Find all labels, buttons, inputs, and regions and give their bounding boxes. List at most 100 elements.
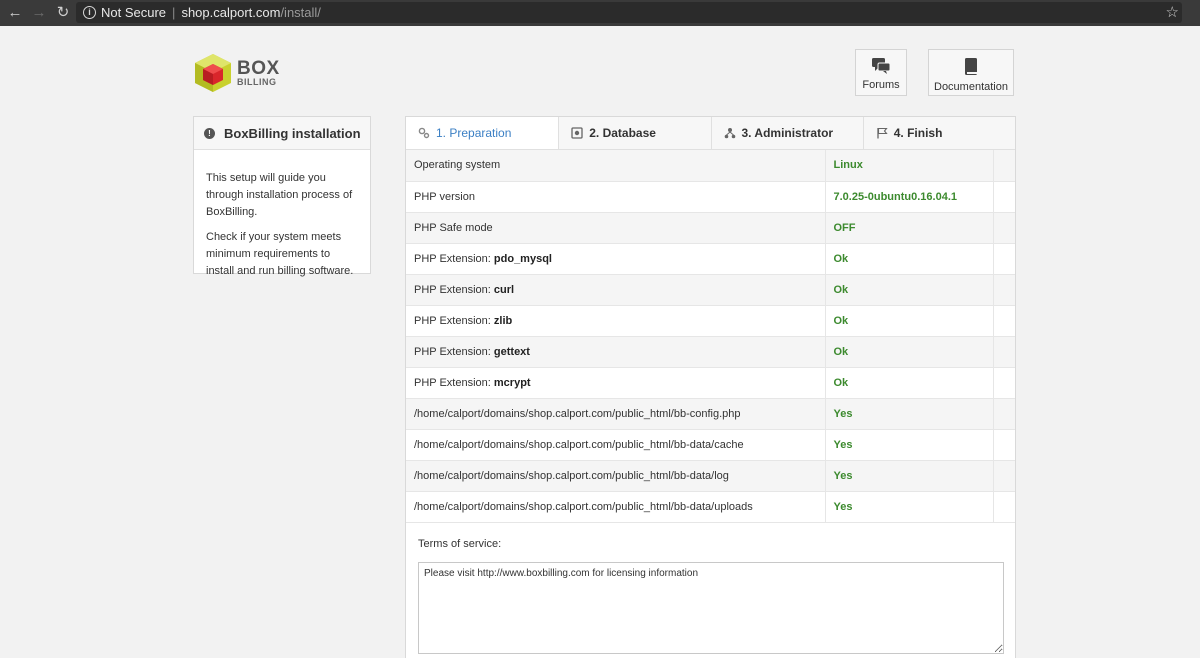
requirement-label: PHP Extension:	[414, 283, 494, 296]
tab-preparation[interactable]: 1. Preparation	[406, 117, 559, 149]
info-icon[interactable]: i	[83, 6, 96, 19]
requirement-name: PHP version	[406, 181, 826, 213]
requirement-label: PHP Safe mode	[414, 221, 493, 234]
book-icon	[965, 58, 977, 75]
separator: |	[172, 5, 176, 20]
installation-info-panel: ! BoxBilling installation This setup wil…	[193, 116, 371, 277]
requirement-label: /home/calport/domains/shop.calport.com/p…	[414, 438, 744, 451]
requirement-name: /home/calport/domains/shop.calport.com/p…	[406, 398, 826, 430]
tab-label: 3. Administrator	[741, 126, 834, 140]
table-row: PHP Extension: zlib Ok	[406, 305, 1015, 337]
requirement-name: PHP Extension: zlib	[406, 305, 826, 337]
tab-finish[interactable]: 4. Finish	[862, 117, 1015, 149]
requirement-name: PHP Extension: pdo_mysql	[406, 243, 826, 275]
database-icon	[571, 127, 583, 139]
table-row: /home/calport/domains/shop.calport.com/p…	[406, 398, 1015, 430]
chat-bubbles-icon	[872, 58, 891, 74]
panel-header: ! BoxBilling installation	[194, 117, 370, 150]
row-spacer	[993, 181, 1015, 213]
boxbilling-logo[interactable]: BOX BILLING	[193, 52, 280, 94]
table-row: PHP Extension: curl Ok	[406, 274, 1015, 306]
intro-text: This setup will guide you through instal…	[206, 172, 353, 218]
url-host: shop.calport.com	[181, 5, 281, 20]
requirement-status: Ok	[825, 336, 994, 368]
row-spacer	[993, 243, 1015, 275]
requirement-name: PHP Extension: gettext	[406, 336, 826, 368]
requirement-name: /home/calport/domains/shop.calport.com/p…	[406, 429, 826, 461]
terms-of-service-textarea[interactable]: Please visit http://www.boxbilling.com f…	[418, 562, 1004, 654]
address-bar[interactable]: i Not Secure | shop.calport.com/install/…	[76, 2, 1182, 23]
row-spacer	[993, 212, 1015, 244]
step-tabs: 1. Preparation 2. Database 3. Administra…	[406, 117, 1015, 150]
requirement-name: PHP Extension: mcrypt	[406, 367, 826, 399]
forums-button[interactable]: Forums	[855, 49, 907, 96]
tab-label: 2. Database	[589, 126, 656, 140]
security-label: Not Secure	[101, 5, 167, 20]
requirement-status: Ok	[825, 243, 994, 275]
requirement-name: /home/calport/domains/shop.calport.com/p…	[406, 460, 826, 492]
requirement-name: PHP Safe mode	[406, 212, 826, 244]
users-icon	[724, 128, 735, 139]
requirement-extension-name: pdo_mysql	[493, 252, 552, 265]
requirements-text: Check if your system meets minimum requi…	[206, 231, 354, 277]
requirement-extension-name: mcrypt	[493, 376, 531, 389]
row-spacer	[993, 491, 1015, 523]
reload-icon[interactable]: ↻	[51, 0, 75, 26]
table-row: PHP Extension: mcrypt Ok	[406, 367, 1015, 399]
requirement-name: Operating system	[406, 150, 826, 182]
forums-label: Forums	[862, 79, 900, 91]
requirement-label: /home/calport/domains/shop.calport.com/p…	[414, 407, 741, 420]
requirement-label: PHP version	[414, 190, 475, 203]
requirement-status: Ok	[825, 367, 994, 399]
requirement-status: OFF	[825, 212, 994, 244]
panel-title: BoxBilling installation	[224, 125, 361, 141]
requirement-status: Yes	[825, 491, 994, 523]
requirement-status: Yes	[825, 460, 994, 492]
forward-arrow-icon[interactable]: →	[27, 0, 51, 26]
back-arrow-icon[interactable]: ←	[3, 0, 27, 26]
documentation-button[interactable]: Documentation	[928, 49, 1014, 96]
requirement-label: PHP Extension:	[414, 252, 494, 265]
requirement-status: Yes	[825, 429, 994, 461]
url-path: /install/	[280, 5, 321, 20]
row-spacer	[993, 460, 1015, 492]
table-row: /home/calport/domains/shop.calport.com/p…	[406, 460, 1015, 492]
tab-administrator[interactable]: 3. Administrator	[710, 117, 863, 149]
requirement-label: PHP Extension:	[414, 376, 494, 389]
exclamation-icon: !	[204, 127, 215, 139]
tab-label: 4. Finish	[893, 126, 943, 140]
tab-database[interactable]: 2. Database	[558, 117, 711, 149]
requirement-extension-name: curl	[493, 283, 515, 296]
row-spacer	[993, 429, 1015, 461]
requirement-extension-name: zlib	[493, 314, 513, 327]
logo-text-billing: BILLING	[237, 77, 277, 87]
row-spacer	[993, 274, 1015, 306]
requirements-table: Operating system Linux PHP version 7.0.25-0…	[406, 150, 1015, 523]
row-spacer	[993, 150, 1015, 182]
logo-text-box: BOX	[237, 58, 280, 79]
table-row: Operating system Linux	[406, 150, 1015, 182]
requirement-label: /home/calport/domains/shop.calport.com/p…	[414, 500, 753, 513]
table-row: PHP version 7.0.25-0ubuntu0.16.04.1	[406, 181, 1015, 213]
row-spacer	[993, 398, 1015, 430]
requirement-status: 7.0.25-0ubuntu0.16.04.1	[825, 181, 994, 213]
documentation-label: Documentation	[934, 81, 1008, 93]
gears-icon	[418, 127, 430, 139]
table-row: /home/calport/domains/shop.calport.com/p…	[406, 491, 1015, 523]
tab-label: 1. Preparation	[436, 126, 512, 140]
requirement-status: Yes	[825, 398, 994, 430]
requirement-status: Linux	[825, 150, 994, 182]
requirement-name: /home/calport/domains/shop.calport.com/p…	[406, 491, 826, 523]
requirement-label: Operating system	[414, 159, 501, 172]
table-row: PHP Extension: gettext Ok	[406, 336, 1015, 368]
requirement-label: PHP Extension:	[414, 314, 494, 327]
row-spacer	[993, 336, 1015, 368]
browser-toolbar: ← → ↻ i Not Secure | shop.calport.com/in…	[0, 0, 1200, 26]
table-row: /home/calport/domains/shop.calport.com/p…	[406, 429, 1015, 461]
requirement-name: PHP Extension: curl	[406, 274, 826, 306]
flag-icon	[877, 127, 888, 139]
requirement-status: Ok	[825, 274, 994, 306]
requirement-status: Ok	[825, 305, 994, 337]
table-row: PHP Safe mode OFF	[406, 212, 1015, 244]
bookmark-star-icon[interactable]: ☆	[1166, 2, 1179, 23]
